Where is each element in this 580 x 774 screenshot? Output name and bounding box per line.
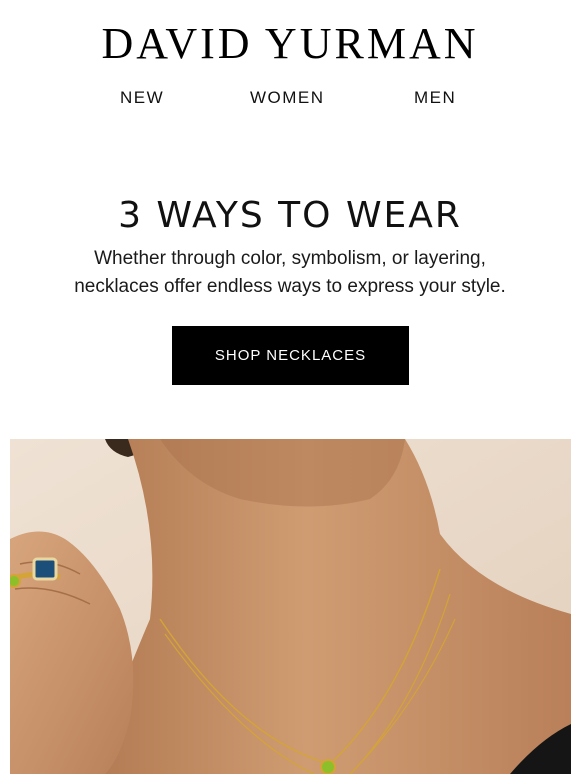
promo-subcopy-line-2: necklaces offer endless ways to express … xyxy=(74,276,506,297)
nav-item-women[interactable]: WOMEN xyxy=(250,86,325,110)
blue-gemstone-ring xyxy=(32,557,58,581)
hero-illustration xyxy=(10,439,571,774)
brand-logo[interactable]: DAVID YURMAN xyxy=(0,18,580,70)
shop-necklaces-button[interactable]: SHOP NECKLACES xyxy=(172,326,409,385)
promo-subcopy-line-1: Whether through color, symbolism, or lay… xyxy=(94,248,486,269)
hero-image[interactable] xyxy=(10,439,571,774)
peridot-pendant xyxy=(320,759,336,774)
promo-headline: 3 WAYS TO WEAR xyxy=(118,195,462,236)
promo-subcopy: Whether through color, symbolism, or lay… xyxy=(0,245,580,301)
nav-item-new[interactable]: NEW xyxy=(120,86,164,110)
main-nav: NEW WOMEN MEN xyxy=(0,86,580,110)
green-gemstone-ring xyxy=(10,574,21,588)
nav-item-men[interactable]: MEN xyxy=(414,86,456,110)
